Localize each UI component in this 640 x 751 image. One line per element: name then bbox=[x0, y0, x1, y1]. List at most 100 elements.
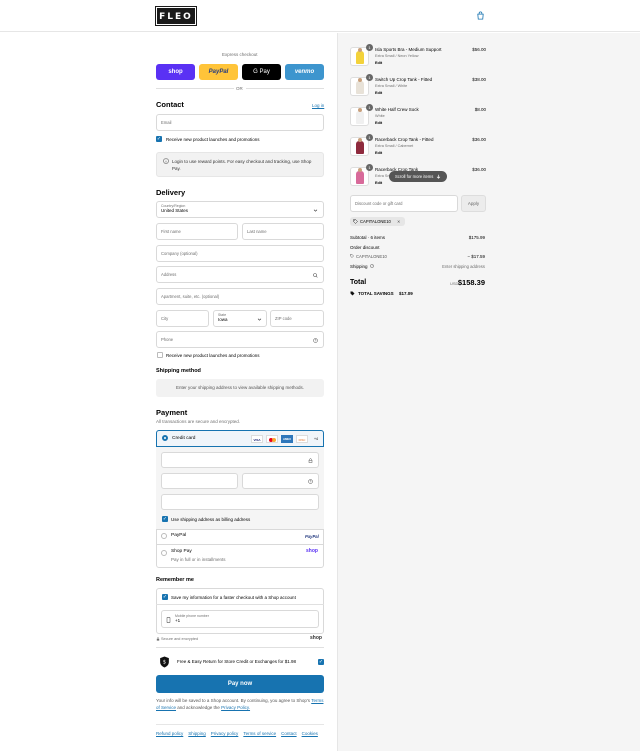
discount-code-label: CAPITALONE10 bbox=[356, 254, 387, 259]
privacy-link[interactable]: Privacy Policy. bbox=[221, 705, 250, 710]
venmo-button[interactable]: venmo bbox=[285, 64, 324, 80]
arrow-down-icon bbox=[437, 174, 441, 179]
billing-address-checkbox[interactable]: ✓ bbox=[162, 516, 168, 522]
footer-links: Refund policy Shipping Privacy policy Te… bbox=[156, 731, 318, 736]
product-edit-link[interactable]: Edit bbox=[375, 121, 382, 125]
pay-now-button[interactable]: Pay now bbox=[156, 675, 324, 693]
help-icon[interactable] bbox=[308, 479, 313, 484]
secure-encrypted-text: Secure and encrypted bbox=[161, 637, 199, 641]
apply-button[interactable]: Apply bbox=[461, 195, 486, 212]
payment-heading: Payment bbox=[156, 408, 188, 417]
company-input[interactable]: Company (optional) bbox=[156, 245, 324, 262]
zip-input[interactable]: ZIP code bbox=[270, 310, 324, 327]
shopping-bag-icon[interactable] bbox=[476, 11, 485, 20]
privacy-policy-link[interactable]: Privacy policy bbox=[211, 731, 239, 736]
shipping-method-heading: Shipping method bbox=[156, 368, 201, 374]
product-edit-link[interactable]: Edit bbox=[375, 91, 382, 95]
total-value: $158.39 bbox=[457, 278, 485, 287]
product-variant: White bbox=[375, 114, 385, 118]
paypal-button[interactable]: PayPal bbox=[199, 64, 238, 80]
help-icon[interactable] bbox=[370, 264, 374, 268]
product-name: Isla Sports Bra - Medium Support bbox=[375, 47, 442, 52]
shop-pay-radio[interactable] bbox=[161, 550, 167, 556]
more-cards-label: +4 bbox=[314, 437, 318, 441]
login-link[interactable]: Log in bbox=[312, 103, 324, 108]
paypal-option-label[interactable]: PayPal bbox=[171, 533, 186, 538]
shipping-link[interactable]: Shipping bbox=[188, 731, 206, 736]
product-edit-link[interactable]: Edit bbox=[375, 151, 382, 155]
legal-line: Your info will be saved to a Shop accoun… bbox=[156, 698, 311, 703]
sms-checkbox[interactable] bbox=[157, 352, 163, 358]
payment-subtitle: All transactions are secure and encrypte… bbox=[156, 419, 241, 424]
scroll-hint-text: Scroll for more items bbox=[395, 174, 434, 179]
contact-heading: Contact bbox=[156, 100, 184, 109]
card-brand-icons: VISA AMEX DISC +4 bbox=[251, 435, 321, 443]
last-name-input[interactable]: Last name bbox=[242, 223, 324, 240]
terms-of-service-link[interactable]: Terms of service bbox=[243, 731, 276, 736]
product-price: $36.00 bbox=[472, 167, 486, 172]
tag-icon bbox=[350, 254, 354, 258]
product-variant: Extra Small / Neon Yellow bbox=[375, 54, 419, 58]
state-select[interactable]: State Iowa bbox=[213, 310, 267, 327]
mobile-phone-value: +1 bbox=[175, 618, 181, 623]
mobile-phone-input[interactable]: Mobile phone number +1 bbox=[161, 610, 319, 628]
quantity-badge: 1 bbox=[366, 74, 373, 81]
save-info-checkbox[interactable]: ✓ bbox=[162, 594, 168, 600]
product-name: Switch Up Crop Tank - Fitted bbox=[375, 77, 433, 82]
contact-link[interactable]: Contact bbox=[281, 731, 297, 736]
newsletter-checkbox[interactable]: ✓ bbox=[156, 136, 162, 142]
cookies-link[interactable]: Cookies bbox=[302, 731, 318, 736]
total-savings-value: $17.09 bbox=[399, 291, 413, 296]
cart-item: 1 Racerback Crop Tank - Fitted Extra Small… bbox=[338, 134, 640, 163]
shop-pay-button[interactable]: shop bbox=[156, 64, 195, 80]
product-name: Racerback Crop Tank - Fitted bbox=[375, 137, 434, 142]
order-summary: 1 Isla Sports Bra - Medium Support Extra S… bbox=[337, 33, 640, 751]
shop-pay-logo: shop bbox=[306, 548, 318, 554]
phone-placeholder: Phone bbox=[161, 337, 174, 342]
search-icon bbox=[313, 273, 318, 278]
save-info-label: Save my information for a faster checkou… bbox=[171, 595, 296, 600]
discount-code-input[interactable]: Discount code or gift card bbox=[350, 195, 458, 212]
paypal-logo: PayPal bbox=[305, 534, 319, 539]
tag-icon bbox=[350, 291, 355, 296]
brand-logo[interactable]: FLEO bbox=[155, 6, 197, 26]
product-edit-link[interactable]: Edit bbox=[375, 181, 382, 185]
credit-card-option[interactable]: Credit card VISA AMEX DISC +4 bbox=[156, 430, 324, 447]
country-select[interactable]: Country/Region United States bbox=[156, 201, 324, 218]
product-price: $36.00 bbox=[472, 137, 486, 142]
cart-item: 1 Isla Sports Bra - Medium Support Extra S… bbox=[338, 44, 640, 73]
legal-and: and acknowledge the bbox=[177, 705, 220, 710]
quantity-badge: 1 bbox=[366, 104, 373, 111]
product-edit-link[interactable]: Edit bbox=[375, 61, 382, 65]
apartment-input[interactable]: Apartment, suite, etc. (optional) bbox=[156, 288, 324, 305]
shield-icon: $ bbox=[160, 656, 169, 668]
paypal-radio[interactable] bbox=[161, 533, 167, 539]
returns-checkbox[interactable]: ✓ bbox=[318, 659, 324, 665]
phone-input[interactable]: Phone bbox=[156, 331, 324, 348]
scroll-hint-pill[interactable]: Scroll for more items bbox=[389, 171, 448, 182]
subtotal-value: $175.99 bbox=[468, 235, 485, 240]
expiry-input[interactable] bbox=[161, 473, 238, 489]
google-pay-button[interactable]: G Pay bbox=[242, 64, 281, 80]
sms-label: Receive new product launches and promoti… bbox=[166, 353, 260, 358]
site-header: FLEO bbox=[0, 0, 640, 32]
name-on-card-input[interactable] bbox=[161, 494, 319, 510]
tag-icon bbox=[353, 219, 358, 224]
first-name-input[interactable]: First name bbox=[156, 223, 238, 240]
refund-policy-link[interactable]: Refund policy bbox=[156, 731, 183, 736]
email-input[interactable]: Email bbox=[156, 114, 324, 131]
product-price: $38.00 bbox=[472, 77, 486, 82]
shipping-value: Enter shipping address bbox=[442, 264, 485, 269]
card-number-input[interactable] bbox=[161, 452, 319, 468]
security-code-input[interactable] bbox=[242, 473, 319, 489]
credit-card-radio[interactable] bbox=[162, 435, 168, 441]
remove-discount-icon[interactable]: ✕ bbox=[397, 219, 401, 224]
svg-text:$: $ bbox=[163, 660, 166, 666]
city-input[interactable]: City bbox=[156, 310, 209, 327]
subtotal-label: Subtotal · 6 items bbox=[350, 235, 386, 240]
shop-pay-option-label[interactable]: Shop Pay bbox=[171, 549, 192, 554]
address-input[interactable]: Address bbox=[156, 266, 324, 283]
product-price: $56.00 bbox=[472, 47, 486, 52]
help-icon[interactable] bbox=[313, 338, 318, 343]
discount-chip-code: CAPITALONE10 bbox=[360, 219, 391, 224]
